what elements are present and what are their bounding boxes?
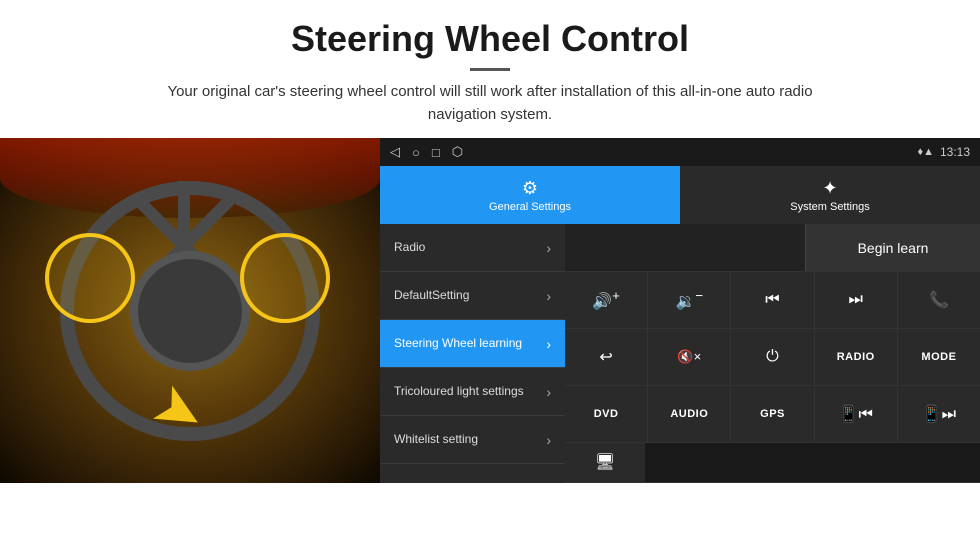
- mode-button[interactable]: MODE: [898, 329, 980, 385]
- menu-item-radio[interactable]: Radio ›: [380, 224, 565, 272]
- power-button[interactable]: ⏻: [731, 329, 814, 385]
- tab-general-label: General Settings: [489, 201, 571, 213]
- right-controls: Begin learn 🔊+ 🔉− ⏮: [565, 224, 980, 483]
- steering-wheel-center: [130, 251, 250, 371]
- highlight-left-buttons: [45, 233, 135, 323]
- status-indicators: ♦▲ 13:13: [917, 145, 970, 159]
- controls-row-1: 🔊+ 🔉− ⏮ ⏭ 📞: [565, 272, 980, 329]
- left-menu: Radio › DefaultSetting › Steering Wheel …: [380, 224, 565, 483]
- radio-button[interactable]: RADIO: [815, 329, 898, 385]
- system-settings-icon: ✦: [822, 178, 837, 199]
- title-divider: [470, 68, 510, 71]
- steering-wheel-bg: ➤: [0, 138, 380, 483]
- phone-icon: 📞: [929, 290, 949, 310]
- menu-icon[interactable]: ⬡: [452, 144, 463, 160]
- gps-label: GPS: [760, 408, 785, 420]
- power-icon: ⏻: [766, 348, 779, 366]
- begin-learn-label: Begin learn: [858, 240, 929, 256]
- menu-item-whitelist[interactable]: Whitelist setting ›: [380, 416, 565, 464]
- call-end-button[interactable]: ↩: [565, 329, 648, 385]
- main-content: Radio › DefaultSetting › Steering Wheel …: [380, 224, 980, 483]
- menu-item-default-setting[interactable]: DefaultSetting ›: [380, 272, 565, 320]
- tab-system-label: System Settings: [790, 201, 869, 213]
- android-panel: ◁ ○ □ ⬡ ♦▲ 13:13 ⚙ General Settings ✦ Sy…: [380, 138, 980, 483]
- prev-track-icon: ⏮: [765, 291, 779, 309]
- signal-icon: ♦▲: [917, 146, 934, 158]
- volume-up-button[interactable]: 🔊+: [565, 272, 648, 328]
- nav-icons: ◁ ○ □ ⬡: [390, 144, 463, 160]
- controls-row-4: 🖥: [565, 443, 980, 483]
- home-icon[interactable]: ○: [412, 145, 420, 160]
- tel-next-button[interactable]: 📱⏭: [898, 386, 980, 442]
- page-title: Steering Wheel Control: [20, 18, 960, 60]
- content-area: ➤ ◁ ○ □ ⬡ ♦▲ 13:13 ⚙ General Settings: [0, 138, 980, 483]
- mode-label: MODE: [921, 351, 956, 363]
- chevron-icon: ›: [546, 336, 551, 352]
- tab-bar: ⚙ General Settings ✦ System Settings: [380, 166, 980, 224]
- tab-system-settings[interactable]: ✦ System Settings: [680, 166, 980, 224]
- audio-button[interactable]: AUDIO: [648, 386, 731, 442]
- clock: 13:13: [940, 145, 970, 159]
- next-track-button[interactable]: ⏭: [815, 272, 898, 328]
- begin-learn-row: Begin learn: [565, 224, 980, 272]
- gps-button[interactable]: GPS: [731, 386, 814, 442]
- phone-button[interactable]: 📞: [898, 272, 980, 328]
- blank-space: [565, 224, 805, 271]
- screen-button[interactable]: 🖥: [565, 443, 645, 482]
- highlight-right-buttons: [240, 233, 330, 323]
- menu-item-steering-wheel[interactable]: Steering Wheel learning ›: [380, 320, 565, 368]
- back-icon[interactable]: ◁: [390, 144, 400, 160]
- chevron-icon: ›: [546, 240, 551, 256]
- audio-label: AUDIO: [670, 408, 708, 420]
- image-panel: ➤: [0, 138, 380, 483]
- tab-general-settings[interactable]: ⚙ General Settings: [380, 166, 680, 224]
- controls-row-3: DVD AUDIO GPS 📱⏮ 📱⏭: [565, 386, 980, 443]
- status-bar: ◁ ○ □ ⬡ ♦▲ 13:13: [380, 138, 980, 166]
- next-track-icon: ⏭: [849, 291, 863, 309]
- screen-icon: 🖥: [595, 452, 615, 472]
- menu-item-tricoloured[interactable]: Tricoloured light settings ›: [380, 368, 565, 416]
- volume-down-button[interactable]: 🔉−: [648, 272, 731, 328]
- controls-row-2: ↩ 🔇× ⏻ RADIO MODE: [565, 329, 980, 386]
- mute-icon: 🔇×: [677, 349, 701, 365]
- dvd-label: DVD: [594, 408, 619, 420]
- chevron-icon: ›: [546, 288, 551, 304]
- tel-prev-icon: 📱⏮: [839, 404, 873, 424]
- recents-icon[interactable]: □: [432, 145, 440, 160]
- chevron-icon: ›: [546, 432, 551, 448]
- prev-track-button[interactable]: ⏮: [731, 272, 814, 328]
- volume-up-icon: 🔊+: [592, 288, 620, 311]
- begin-learn-button[interactable]: Begin learn: [805, 224, 980, 271]
- tel-next-icon: 📱⏭: [922, 404, 956, 424]
- volume-down-icon: 🔉−: [675, 288, 703, 311]
- subtitle: Your original car's steering wheel contr…: [140, 81, 840, 126]
- call-end-icon: ↩: [599, 347, 612, 367]
- tel-prev-button[interactable]: 📱⏮: [815, 386, 898, 442]
- radio-label: RADIO: [837, 351, 875, 363]
- chevron-icon: ›: [546, 384, 551, 400]
- dvd-button[interactable]: DVD: [565, 386, 648, 442]
- mute-button[interactable]: 🔇×: [648, 329, 731, 385]
- general-settings-icon: ⚙: [522, 178, 538, 199]
- top-section: Steering Wheel Control Your original car…: [0, 0, 980, 138]
- controls-grid: 🔊+ 🔉− ⏮ ⏭ 📞: [565, 272, 980, 483]
